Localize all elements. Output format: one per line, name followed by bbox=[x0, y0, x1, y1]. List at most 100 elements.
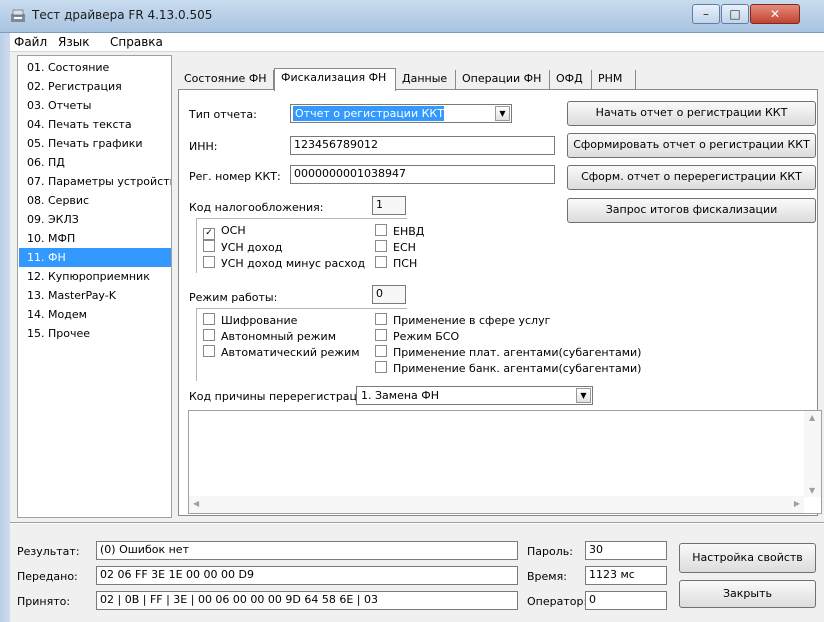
tax-envd-checkbox[interactable]: ЕНВД bbox=[375, 224, 424, 238]
tax-code-label: Код налогообложения: bbox=[189, 201, 324, 214]
result-label: Результат: bbox=[17, 545, 80, 558]
output-memo[interactable]: ▲ ▼ ◀ ▶ bbox=[188, 410, 822, 514]
sent-field[interactable]: 02 06 FF 3E 1E 00 00 00 D9 bbox=[96, 566, 518, 585]
tax-psn-checkbox[interactable]: ПСН bbox=[375, 256, 417, 270]
status-separator bbox=[10, 522, 824, 524]
time-field: 1123 мс bbox=[585, 566, 667, 585]
maximize-button[interactable]: □ bbox=[721, 4, 749, 24]
tax-usn-income-expense-label: УСН доход минус расход bbox=[221, 257, 366, 270]
tab-ofd[interactable]: ОФД bbox=[550, 70, 592, 90]
mode-automatic-label: Автоматический режим bbox=[221, 346, 360, 359]
sidebar-item-registration[interactable]: 02. Регистрация bbox=[19, 77, 171, 96]
rereg-reason-select[interactable]: 1. Замена ФН ▼ bbox=[356, 386, 593, 405]
mode-services-checkbox[interactable]: Применение в сфере услуг bbox=[375, 313, 550, 327]
time-label: Время: bbox=[527, 570, 567, 583]
tax-esn-label: ЕСН bbox=[393, 241, 416, 254]
menu-language[interactable]: Язык bbox=[58, 35, 89, 49]
report-type-value: Отчет о регистрации ККТ bbox=[293, 106, 444, 121]
query-fiscal-totals-button[interactable]: Запрос итогов фискализации bbox=[567, 198, 816, 223]
sent-label: Передано: bbox=[17, 570, 78, 583]
sidebar-item-device-params[interactable]: 07. Параметры устройств bbox=[19, 172, 171, 191]
tax-osn-checkbox[interactable]: ✓ ОСН bbox=[203, 224, 246, 240]
sidebar-item-status[interactable]: 01. Состояние bbox=[19, 58, 171, 77]
menu-bar: Файл Язык Справка bbox=[10, 33, 824, 52]
tab-fn-operations[interactable]: Операции ФН bbox=[456, 70, 550, 90]
mode-automatic-checkbox[interactable]: Автоматический режим bbox=[203, 345, 360, 359]
sidebar-item-service[interactable]: 08. Сервис bbox=[19, 191, 171, 210]
sidebar-item-modem[interactable]: 14. Модем bbox=[19, 305, 171, 324]
settings-button[interactable]: Настройка свойств bbox=[679, 543, 816, 573]
vertical-scrollbar[interactable]: ▲ ▼ bbox=[804, 411, 821, 497]
chevron-down-icon[interactable]: ▼ bbox=[495, 106, 510, 121]
sidebar-item-pd[interactable]: 06. ПД bbox=[19, 153, 171, 172]
mode-services-label: Применение в сфере услуг bbox=[393, 314, 551, 327]
rereg-reason-value: 1. Замена ФН bbox=[361, 389, 440, 402]
mode-autonomous-label: Автономный режим bbox=[221, 330, 336, 343]
tax-usn-income-expense-checkbox[interactable]: УСН доход минус расход bbox=[203, 256, 365, 270]
operator-field[interactable]: 0 bbox=[585, 591, 667, 610]
tax-code-field[interactable]: 1 bbox=[372, 196, 406, 215]
tax-esn-checkbox[interactable]: ЕСН bbox=[375, 240, 416, 254]
reg-number-field[interactable]: 0000000001038947 bbox=[290, 165, 555, 184]
received-field[interactable]: 02 | 0B | FF | 3E | 00 06 00 00 00 9D 64… bbox=[96, 591, 518, 610]
sidebar-item-eklz[interactable]: 09. ЭКЛЗ bbox=[19, 210, 171, 229]
horizontal-scrollbar[interactable]: ◀ ▶ bbox=[189, 496, 804, 513]
tab-data[interactable]: Данные bbox=[396, 70, 456, 90]
form-rereg-report-button[interactable]: Сформ. отчет о перерегистрации ККТ bbox=[567, 165, 816, 190]
menu-file[interactable]: Файл bbox=[14, 35, 47, 49]
sidebar-item-reports[interactable]: 03. Отчеты bbox=[19, 96, 171, 115]
scroll-up-icon[interactable]: ▲ bbox=[809, 413, 815, 422]
sidebar-item-print-text[interactable]: 04. Печать текста bbox=[19, 115, 171, 134]
mode-bso-checkbox[interactable]: Режим БСО bbox=[375, 329, 459, 343]
sidebar-item-print-graphics[interactable]: 05. Печать графики bbox=[19, 134, 171, 153]
inn-label: ИНН: bbox=[189, 140, 218, 153]
mode-bank-agents-label: Применение банк. агентами(субагентами) bbox=[393, 362, 642, 375]
minimize-button[interactable]: – bbox=[692, 4, 720, 24]
tab-rnm[interactable]: РНМ bbox=[592, 70, 636, 90]
received-label: Принято: bbox=[17, 595, 71, 608]
mode-payment-agents-label: Применение плат. агентами(субагентами) bbox=[393, 346, 642, 359]
sidebar-list[interactable]: 01. Состояние 02. Регистрация 03. Отчеты… bbox=[17, 55, 172, 518]
tax-envd-label: ЕНВД bbox=[393, 225, 425, 238]
work-mode-label: Режим работы: bbox=[189, 291, 278, 304]
scroll-down-icon[interactable]: ▼ bbox=[809, 486, 815, 495]
inn-field[interactable]: 123456789012 bbox=[290, 136, 555, 155]
tax-osn-label: ОСН bbox=[221, 224, 246, 237]
form-report-button[interactable]: Сформировать отчет о регистрации ККТ bbox=[567, 133, 816, 158]
window-title: Тест драйвера FR 4.13.0.505 bbox=[32, 8, 213, 22]
tab-fn-status[interactable]: Состояние ФН bbox=[178, 70, 274, 90]
close-window-button[interactable]: ✕ bbox=[750, 4, 800, 24]
report-type-select[interactable]: Отчет о регистрации ККТ ▼ bbox=[290, 104, 512, 123]
scroll-right-icon[interactable]: ▶ bbox=[794, 499, 800, 508]
chevron-down-icon[interactable]: ▼ bbox=[576, 388, 591, 403]
tab-strip: Состояние ФН Фискализация ФН Данные Опер… bbox=[178, 68, 818, 91]
mode-bank-agents-checkbox[interactable]: Применение банк. агентами(субагентами) bbox=[375, 361, 641, 375]
mode-payment-agents-checkbox[interactable]: Применение плат. агентами(субагентами) bbox=[375, 345, 641, 359]
sidebar-item-masterpay[interactable]: 13. MasterPay-K bbox=[19, 286, 171, 305]
report-type-label: Тип отчета: bbox=[189, 108, 257, 121]
work-mode-field[interactable]: 0 bbox=[372, 285, 406, 304]
tax-psn-label: ПСН bbox=[393, 257, 418, 270]
password-field[interactable]: 30 bbox=[585, 541, 667, 560]
mode-bso-label: Режим БСО bbox=[393, 330, 460, 343]
scroll-left-icon[interactable]: ◀ bbox=[193, 499, 199, 508]
result-field[interactable]: (0) Ошибок нет bbox=[96, 541, 518, 560]
tab-fn-fiscalization[interactable]: Фискализация ФН bbox=[274, 68, 396, 91]
operator-label: Оператор: bbox=[527, 595, 588, 608]
checkmark-icon: ✓ bbox=[203, 228, 215, 240]
menu-help[interactable]: Справка bbox=[110, 35, 163, 49]
rereg-reason-label: Код причины перерегистрации: bbox=[189, 390, 376, 403]
reg-number-label: Рег. номер ККТ: bbox=[189, 170, 281, 183]
mode-autonomous-checkbox[interactable]: Автономный режим bbox=[203, 329, 336, 343]
sidebar-item-fn[interactable]: 11. ФН bbox=[19, 248, 171, 267]
start-report-button[interactable]: Начать отчет о регистрации ККТ bbox=[567, 101, 816, 126]
mode-encryption-label: Шифрование bbox=[221, 314, 298, 327]
mode-encryption-checkbox[interactable]: Шифрование bbox=[203, 313, 297, 327]
sidebar-item-other[interactable]: 15. Прочее bbox=[19, 324, 171, 343]
tax-usn-income-checkbox[interactable]: УСН доход bbox=[203, 240, 282, 254]
sidebar-item-bill-acceptor[interactable]: 12. Купюроприемник bbox=[19, 267, 171, 286]
tax-usn-income-label: УСН доход bbox=[221, 241, 283, 254]
close-button[interactable]: Закрыть bbox=[679, 580, 816, 608]
password-label: Пароль: bbox=[527, 545, 573, 558]
sidebar-item-mfp[interactable]: 10. МФП bbox=[19, 229, 171, 248]
